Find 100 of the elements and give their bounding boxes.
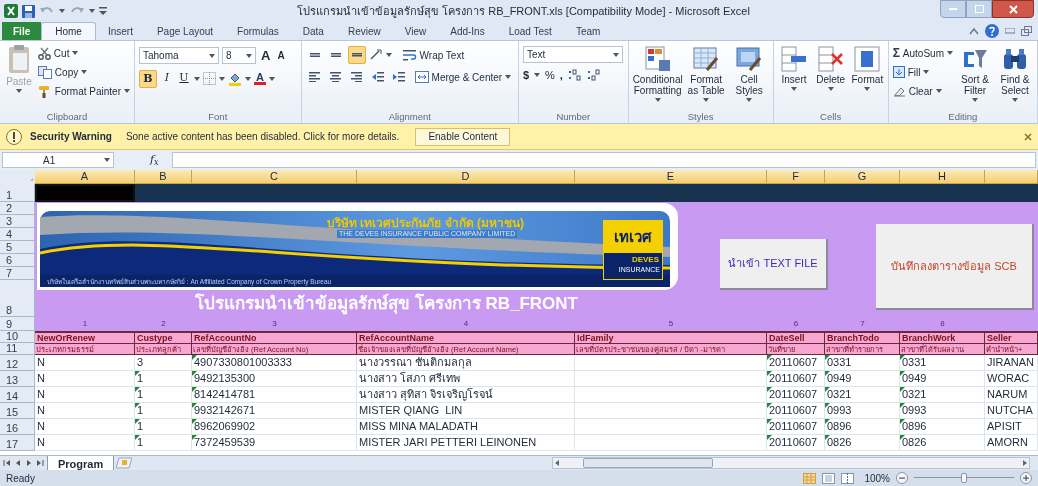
warning-message[interactable]: Sone active content has been disabled. Click for more details. [125,129,400,144]
orientation-icon[interactable] [368,49,383,61]
zoom-out-icon[interactable] [896,472,908,484]
bold-button[interactable]: B [139,69,157,88]
last-sheet-icon[interactable] [36,459,44,467]
row-header[interactable]: 1 [0,184,35,202]
cell-styles-button[interactable]: Cell Styles [729,44,769,110]
row-header[interactable]: 15 [0,403,35,419]
row-header[interactable]: 17 [0,435,35,451]
page-layout-icon[interactable] [822,472,836,484]
grow-font-button[interactable]: A [259,46,273,66]
table-cell[interactable]: AMORN [985,435,1038,451]
borders-icon[interactable] [203,72,216,85]
table-cell[interactable]: MISTER JARI PETTERI LEINONEN [357,435,575,451]
row-header[interactable]: 4 [0,228,35,241]
format-as-table-button[interactable]: Format as Table [686,44,726,110]
ribbon-tab[interactable]: Team [563,22,613,40]
formula-input[interactable] [172,152,1036,168]
row-header[interactable]: 12 [0,355,35,371]
fill-color-icon[interactable] [228,71,242,86]
delete-button[interactable]: Delete [814,44,847,110]
copy-button[interactable]: Copy [37,63,130,81]
format-button[interactable]: Format [851,44,884,110]
ribbon-tab[interactable]: View [392,22,439,40]
row-header[interactable]: 8 [0,280,35,317]
comma-style-button[interactable]: , [559,67,563,84]
insert-button[interactable]: Insert [777,44,811,110]
close-icon[interactable] [1024,132,1032,141]
macro-button[interactable]: นำเข้า TEXT FILE [720,239,828,290]
ribbon-tab[interactable]: Page Layout [144,22,226,40]
macro-button[interactable]: บันทึกลงตารางข้อมูล SCB [876,224,1034,310]
maximize-button[interactable] [966,0,992,18]
find-select-button[interactable]: Find & Select [997,44,1033,110]
fill-button[interactable]: Fill [892,63,953,81]
page-break-icon[interactable] [841,472,855,484]
table-cell[interactable]: 0826 [900,435,985,451]
column-header[interactable]: B [135,170,192,184]
next-sheet-icon[interactable] [25,459,33,467]
horizontal-scrollbar[interactable] [552,457,1030,469]
table-cell[interactable]: N [35,435,135,451]
app-icon[interactable] [4,4,18,18]
row-header[interactable]: 7 [0,267,35,280]
column-header[interactable]: D [357,170,575,184]
ribbon-tab[interactable]: Review [335,22,393,40]
ribbon-tab[interactable]: Home [41,22,96,40]
clear-button[interactable]: Clear [892,82,953,100]
italic-button[interactable]: I [160,69,174,88]
ribbon-tab[interactable]: Formulas [225,22,291,40]
help-icon[interactable] [985,24,999,38]
shrink-font-button[interactable]: A [275,48,287,64]
first-sheet-icon[interactable] [3,459,11,467]
row-header[interactable]: 9 [0,317,35,331]
row-header[interactable]: 11 [0,343,35,355]
save-icon[interactable] [22,4,35,18]
sort-filter-button[interactable]: Sort & Filter [957,44,993,110]
wrap-text-button[interactable]: Wrap Text [402,46,465,64]
column-header[interactable]: A [35,170,135,184]
scrollbar-thumb[interactable] [583,458,714,468]
row-header[interactable]: 10 [0,331,35,343]
previous-sheet-icon[interactable] [14,459,22,467]
row-header[interactable]: 13 [0,371,35,387]
customize-menu-icon[interactable] [99,6,107,16]
ribbon-tab[interactable]: Load Test [496,22,564,40]
align-bottom-button[interactable] [347,46,366,64]
zoom-in-icon[interactable] [1020,472,1032,484]
minimize-button[interactable] [940,0,966,18]
column-header[interactable]: H [900,170,985,184]
ribbon-tab[interactable]: Insert [95,22,145,40]
minimize-ribbon-icon[interactable] [969,27,979,35]
decrease-decimal-icon[interactable] [586,69,601,82]
merge-center-button[interactable]: Merge & Center [414,68,512,86]
close-button[interactable] [992,0,1034,18]
autosum-button[interactable]: Σ AutoSum [892,44,953,62]
row-header[interactable]: 3 [0,215,35,228]
ribbon-tab[interactable]: Add-Ins [438,22,497,40]
selected-cell[interactable] [35,184,135,202]
slider-thumb[interactable] [961,473,967,483]
format-painter-button[interactable]: Format Painter [37,82,130,100]
zoom-slider[interactable] [914,472,1014,484]
row-header[interactable]: 6 [0,254,35,267]
sheet-tab[interactable]: Program [47,455,115,471]
name-box[interactable]: A1 [2,152,114,168]
ribbon-tab[interactable]: Data [290,22,336,40]
increase-decimal-icon[interactable] [567,69,582,82]
row-header[interactable]: 5 [0,241,35,254]
table-cell[interactable]: 1 [135,435,192,451]
column-header[interactable]: E [575,170,767,184]
file-tab[interactable]: File [2,22,42,40]
conditional-formatting-button[interactable]: Conditional Formatting [632,44,683,110]
table-cell[interactable]: 7372459539 [192,435,357,451]
table-cell[interactable]: 0826 [825,435,900,451]
currency-button[interactable]: $ [522,67,530,84]
insert-function-button[interactable]: f$_{x}$ [150,151,166,169]
enable-content-button[interactable]: Enable Content [415,127,511,146]
cut-button[interactable]: Cut [37,44,130,62]
number-format-field[interactable]: Text [522,46,623,63]
column-header[interactable]: G [825,170,900,184]
column-header[interactable]: C [192,170,357,184]
column-header[interactable]: F [767,170,825,184]
restore-icon[interactable] [1021,26,1032,36]
